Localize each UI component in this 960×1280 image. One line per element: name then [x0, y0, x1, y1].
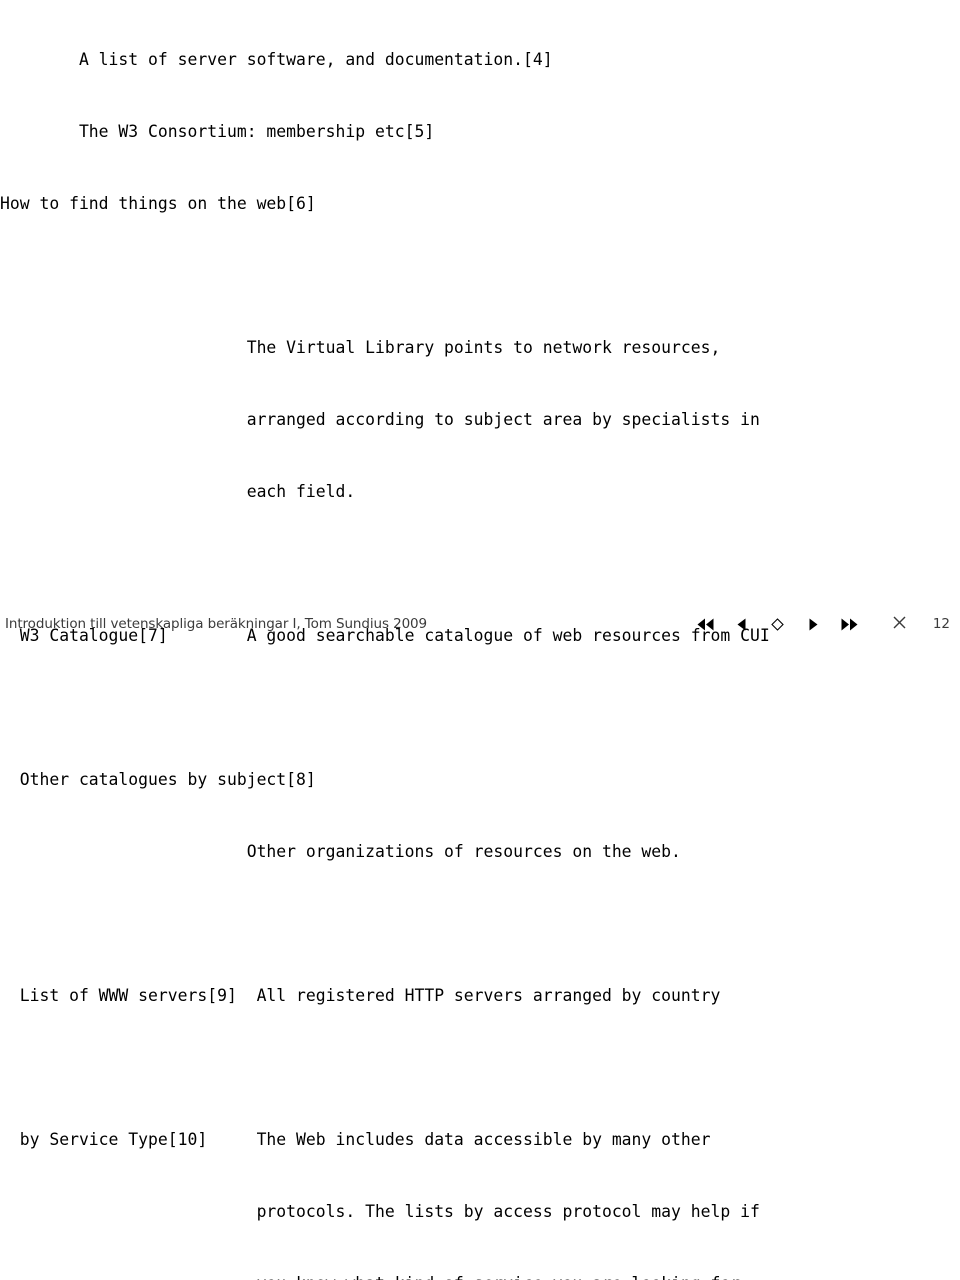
- transcript-line: Other organizations of resources on the …: [0, 842, 681, 861]
- transcript-line: How to find things on the web[6]: [0, 194, 316, 213]
- transcript-blank-line: [0, 552, 960, 576]
- slide-page-number: 12: [932, 616, 950, 632]
- transcript-line: each field.: [0, 482, 356, 501]
- left-triangle-icon: [736, 618, 747, 631]
- transcript-line: by Service Type[10] The Web includes dat…: [0, 1130, 711, 1149]
- slide-footer: Introduktion till vetenskapliga beräknin…: [0, 598, 960, 640]
- previous-slide-button[interactable]: [730, 615, 752, 633]
- terminal-transcript: A list of server software, and documenta…: [0, 0, 960, 1280]
- close-presentation-button[interactable]: [888, 615, 910, 633]
- next-slide-button[interactable]: [802, 615, 824, 633]
- slide-navigation-bar: 12: [694, 615, 950, 633]
- transcript-line: arranged according to subject area by sp…: [0, 410, 760, 429]
- first-slide-button[interactable]: [694, 615, 716, 633]
- transcript-line: List of WWW servers[9] All registered HT…: [0, 986, 721, 1005]
- transcript-blank-line: [0, 264, 960, 288]
- double-left-triangle-icon: [696, 618, 715, 631]
- transcript-line: A list of server software, and documenta…: [0, 50, 553, 69]
- right-triangle-icon: [808, 618, 819, 631]
- transcript-blank-line: [0, 912, 960, 936]
- transcript-blank-line: [0, 1056, 960, 1080]
- transcript-line: protocols. The lists by access protocol …: [0, 1202, 760, 1221]
- transcript-line: The W3 Consortium: membership etc[5]: [0, 122, 435, 141]
- double-right-triangle-icon: [840, 618, 859, 631]
- transcript-line: The Virtual Library points to network re…: [0, 338, 721, 357]
- diamond-outline-icon: [770, 617, 784, 631]
- current-slide-marker[interactable]: [766, 615, 788, 633]
- transcript-line: Other catalogues by subject[8]: [0, 770, 316, 789]
- close-x-icon: [892, 615, 907, 634]
- transcript-blank-line: [0, 696, 960, 720]
- last-slide-button[interactable]: [838, 615, 860, 633]
- transcript-line: you know what kind of service you are lo…: [0, 1272, 960, 1280]
- footer-course-title: Introduktion till vetenskapliga beräknin…: [5, 616, 428, 632]
